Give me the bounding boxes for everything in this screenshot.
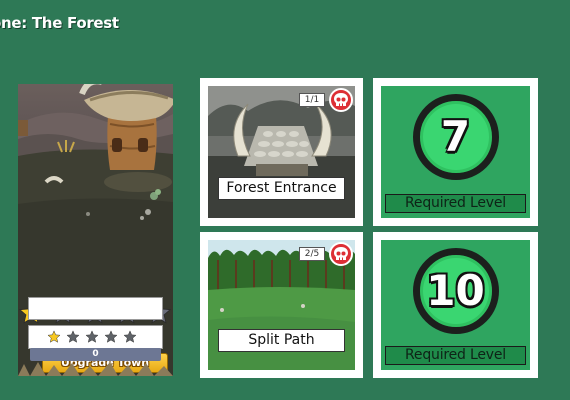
star-filled-icon — [47, 330, 61, 344]
required-level-number: 10 — [426, 266, 485, 315]
rating-stars — [28, 325, 163, 349]
star-empty-icon — [66, 330, 80, 344]
star-empty-icon — [104, 330, 118, 344]
required-level-label: Required Level — [385, 346, 526, 365]
level-card-split-path[interactable]: 2/5 Split Path — [200, 232, 363, 378]
required-level-badge: 10 — [412, 248, 499, 334]
required-level-label: Required Level — [385, 194, 526, 213]
skull-icon — [329, 88, 353, 112]
level-name-label: Forest Entrance — [218, 177, 345, 200]
locked-level-card[interactable]: 10 Required Level — [373, 232, 538, 378]
required-level-number: 7 — [440, 112, 471, 161]
level-progress-badge: 1/1 — [299, 93, 325, 107]
level-name-label: Split Path — [218, 329, 345, 352]
level-progress-badge: 2/5 — [299, 247, 325, 261]
star-empty-icon — [85, 330, 99, 344]
required-level-badge: 7 — [412, 94, 499, 180]
spikes-decoration — [18, 362, 173, 376]
town-progress-bar: 0 — [30, 348, 161, 361]
zone-title: one: The Forest — [0, 14, 119, 32]
skull-icon — [329, 242, 353, 266]
level-card-forest-entrance[interactable]: 1/1 Forest Entrance — [200, 78, 363, 226]
locked-level-card[interactable]: 7 Required Level — [373, 78, 538, 226]
town-name-field — [28, 297, 163, 320]
star-empty-icon — [123, 330, 137, 344]
